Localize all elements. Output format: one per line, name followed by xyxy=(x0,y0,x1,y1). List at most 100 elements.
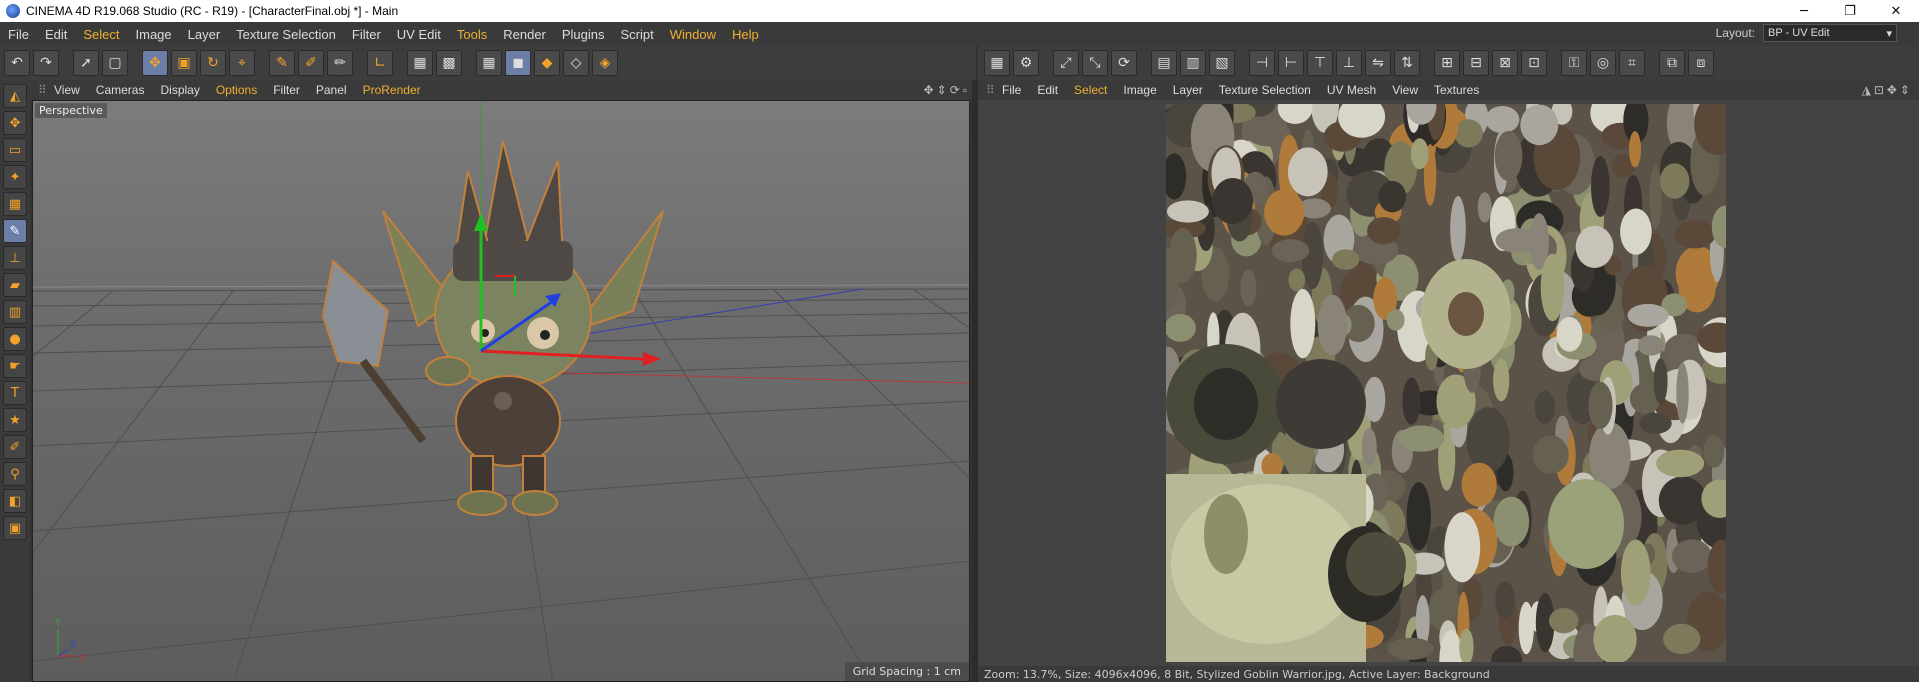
star-shape-icon[interactable]: ★ xyxy=(3,408,27,432)
minimize-button[interactable]: ─ xyxy=(1781,0,1827,22)
stamp-icon[interactable]: ⊥ xyxy=(3,246,27,270)
cube-polygons-icon[interactable]: ◈ xyxy=(592,50,618,76)
perspective-viewport[interactable]: Y X Z Perspective Grid Spacing : 1 cm xyxy=(32,100,970,682)
uv-menu-image[interactable]: Image xyxy=(1115,83,1164,97)
close-button[interactable]: ✕ xyxy=(1873,0,1919,22)
undo-icon[interactable]: ↶ xyxy=(4,50,30,76)
uv-menu-edit[interactable]: Edit xyxy=(1029,83,1066,97)
layer-mask-icon[interactable]: ▣ xyxy=(3,516,27,540)
align-top-icon[interactable]: ⊤ xyxy=(1307,50,1333,76)
scale-tool-icon[interactable]: ▣ xyxy=(171,50,197,76)
menu-script[interactable]: Script xyxy=(613,27,662,42)
menu-uv-edit[interactable]: UV Edit xyxy=(389,27,449,42)
settings-gear-icon[interactable]: ⚙ xyxy=(1013,50,1039,76)
redo-icon[interactable]: ↷ xyxy=(33,50,59,76)
uv-snap-icon[interactable]: ⌗ xyxy=(1619,50,1645,76)
zoom-icon[interactable]: ⚲ xyxy=(3,462,27,486)
rect-selection-icon[interactable]: ▭ xyxy=(3,138,27,162)
rotate-tool-icon[interactable]: ↻ xyxy=(200,50,226,76)
menu-layer[interactable]: Layer xyxy=(180,27,229,42)
uv-rotate-icon[interactable]: ⟳ xyxy=(1111,50,1137,76)
viewport-menu-display[interactable]: Display xyxy=(152,83,207,97)
layout-dropdown[interactable]: BP - UV Edit ▾ xyxy=(1763,24,1897,42)
tool-palette: ◭ ✥ ▭ ✦ ▦ ✎ ⊥ ▰ ▥ ● ☛ T ★ ✐ ⚲ ◧ ▣ xyxy=(0,80,30,682)
flip-horizontal-icon[interactable]: ⇋ xyxy=(1365,50,1391,76)
cube-points-icon[interactable]: ◆ xyxy=(534,50,560,76)
maximize-button[interactable]: ❐ xyxy=(1827,0,1873,22)
3d-paint-icon[interactable]: ✐ xyxy=(298,50,324,76)
uv-paste-icon[interactable]: ⧈ xyxy=(1688,50,1714,76)
uv-copy-icon[interactable]: ⧉ xyxy=(1659,50,1685,76)
viewport-menu-filter[interactable]: Filter xyxy=(265,83,308,97)
box-icon[interactable]: ▢ xyxy=(102,50,128,76)
menu-plugins[interactable]: Plugins xyxy=(554,27,613,42)
flip-vertical-icon[interactable]: ⇅ xyxy=(1394,50,1420,76)
cube-edges-icon[interactable]: ◇ xyxy=(563,50,589,76)
uv-menu-textures[interactable]: Textures xyxy=(1426,83,1487,97)
uv-scale-icon[interactable]: ⤡ xyxy=(1082,50,1108,76)
menu-tools[interactable]: Tools xyxy=(449,27,495,42)
uv-menu-file[interactable]: File xyxy=(994,83,1029,97)
menu-texture-selection[interactable]: Texture Selection xyxy=(228,27,344,42)
render-region-icon[interactable]: ▦ xyxy=(407,50,433,76)
viewport-menu-prorender[interactable]: ProRender xyxy=(355,83,429,97)
align-bottom-icon[interactable]: ⊥ xyxy=(1336,50,1362,76)
goblin-character[interactable] xyxy=(321,140,664,516)
eyedropper-icon[interactable]: ✐ xyxy=(3,435,27,459)
uv-split-icon[interactable]: ⊟ xyxy=(1463,50,1489,76)
eraser-icon[interactable]: ✏ xyxy=(327,50,353,76)
axis-lock-icon[interactable]: ⌖ xyxy=(229,50,255,76)
uv-navigation-icon[interactable]: ◮⊡✥⇕ xyxy=(1862,83,1913,97)
brush-icon[interactable]: ✎ xyxy=(269,50,295,76)
uv-menu-texture-selection[interactable]: Texture Selection xyxy=(1211,83,1319,97)
checker-icon[interactable]: ▦ xyxy=(476,50,502,76)
viewport-navigation-icon[interactable]: ✥⇕⟳▫ xyxy=(924,83,970,97)
cube-icon[interactable]: ◼ xyxy=(505,50,531,76)
uv-menu-select[interactable]: Select xyxy=(1066,83,1115,97)
viewport-camera-label[interactable]: Perspective xyxy=(35,103,107,118)
coordinate-system-icon[interactable]: ∟ xyxy=(367,50,393,76)
menu-image[interactable]: Image xyxy=(128,27,180,42)
uv-menu-layer[interactable]: Layer xyxy=(1165,83,1211,97)
uv-project-icon[interactable]: ◎ xyxy=(1590,50,1616,76)
viewport-menu-cameras[interactable]: Cameras xyxy=(88,83,153,97)
live-selection-icon[interactable]: ➚ xyxy=(73,50,99,76)
menu-file[interactable]: File xyxy=(0,27,37,42)
uv-menu-uv-mesh[interactable]: UV Mesh xyxy=(1319,83,1384,97)
uv-mesh-icon[interactable]: ▥ xyxy=(1180,50,1206,76)
render-view-icon[interactable]: ▩ xyxy=(436,50,462,76)
smudge-icon[interactable]: ☛ xyxy=(3,354,27,378)
move-tool-icon[interactable]: ✥ xyxy=(142,50,168,76)
texture-mode-icon[interactable]: ◭ xyxy=(3,84,27,108)
eraser-tool-icon[interactable]: ▰ xyxy=(3,273,27,297)
menu-render[interactable]: Render xyxy=(495,27,554,42)
uv-grid-icon[interactable]: ▤ xyxy=(1151,50,1177,76)
align-right-icon[interactable]: ⊢ xyxy=(1278,50,1304,76)
color-swatch-icon[interactable]: ◧ xyxy=(3,489,27,513)
uv-menu-view[interactable]: View xyxy=(1384,83,1426,97)
menu-select[interactable]: Select xyxy=(75,27,127,42)
text-tool-icon[interactable]: T xyxy=(3,381,27,405)
gradient-icon[interactable]: ▥ xyxy=(3,300,27,324)
uv-relax-icon[interactable]: ▧ xyxy=(1209,50,1235,76)
viewport-menu-view[interactable]: View xyxy=(46,83,88,97)
uv-optimize-icon[interactable]: ⚿ xyxy=(1561,50,1587,76)
checkerboard-icon[interactable]: ▦ xyxy=(984,50,1010,76)
menu-window[interactable]: Window xyxy=(662,27,724,42)
uv-editor-view[interactable] xyxy=(978,100,1919,666)
menu-filter[interactable]: Filter xyxy=(344,27,389,42)
uv-transform-icon[interactable]: ⤢ xyxy=(1053,50,1079,76)
magic-wand-icon[interactable]: ✦ xyxy=(3,165,27,189)
fill-drop-icon[interactable]: ● xyxy=(3,327,27,351)
align-left-icon[interactable]: ⊣ xyxy=(1249,50,1275,76)
menu-help[interactable]: Help xyxy=(724,27,767,42)
viewport-menu-panel[interactable]: Panel xyxy=(308,83,355,97)
checker-pattern-icon[interactable]: ▦ xyxy=(3,192,27,216)
paint-brush-icon[interactable]: ✎ xyxy=(3,219,27,243)
menu-edit[interactable]: Edit xyxy=(37,27,75,42)
uv-pack-icon[interactable]: ⊠ xyxy=(1492,50,1518,76)
move-icon[interactable]: ✥ xyxy=(3,111,27,135)
uv-weld-icon[interactable]: ⊞ xyxy=(1434,50,1460,76)
viewport-menu-options[interactable]: Options xyxy=(208,83,265,97)
uv-fit-icon[interactable]: ⊡ xyxy=(1521,50,1547,76)
